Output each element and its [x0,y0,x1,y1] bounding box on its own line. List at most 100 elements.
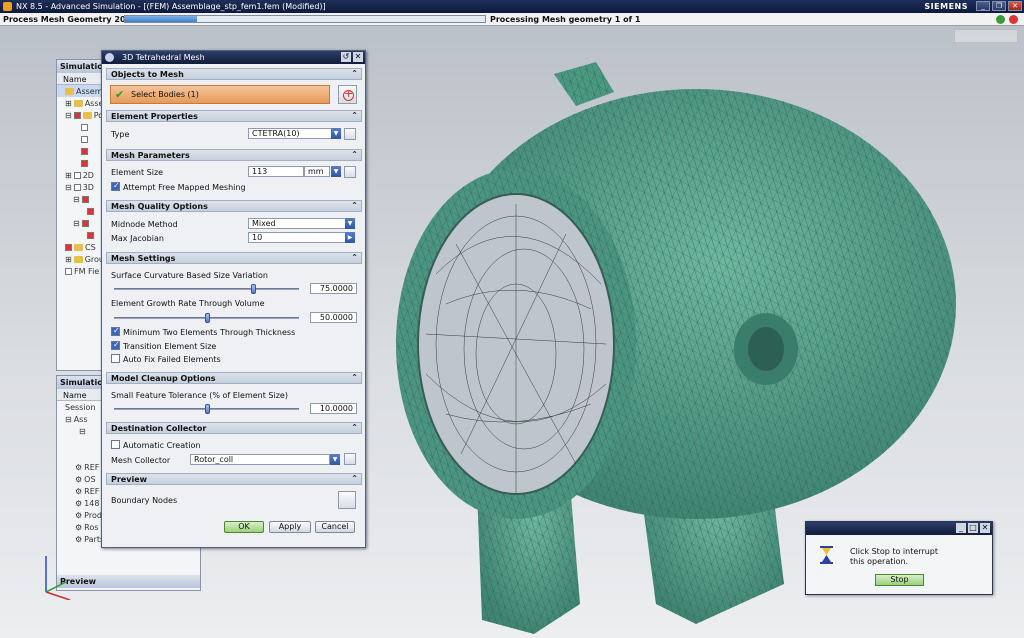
transition-size-label: Transition Element Size [123,342,217,351]
gear-icon[interactable] [105,53,114,62]
section-cleanup[interactable]: Model Cleanup Options ⌃ [106,372,362,384]
free-mapped-checkbox[interactable] [111,181,120,191]
chevron-down-icon[interactable]: ▼ [331,128,341,139]
spinner-icon[interactable]: ▶ [345,232,355,243]
window-title: NX 8.5 - Advanced Simulation - [(FEM) As… [16,2,326,11]
progress-fill [125,16,197,22]
collapse-icon[interactable]: ⌃ [351,474,358,483]
section-destination[interactable]: Destination Collector ⌃ [106,422,362,434]
nx-app-icon [3,2,12,11]
min-two-elements-label: Minimum Two Elements Through Thickness [123,328,296,337]
new-collector-icon[interactable] [344,453,356,465]
processing-title-bar: _ □ ✕ [806,522,992,535]
maximize-icon[interactable]: □ [968,523,978,533]
growth-label: Element Growth Rate Through Volume [111,299,265,308]
section-element-properties[interactable]: Element Properties ⌃ [106,110,362,122]
visibility-check[interactable] [73,112,81,119]
view-toolbar[interactable] [954,29,1018,43]
section-quality-options[interactable]: Mesh Quality Options ⌃ [106,200,362,212]
element-size-input[interactable]: 113 [248,166,304,177]
restore-button[interactable]: ❐ [992,1,1006,11]
boundary-nodes-preview-icon[interactable] [338,491,356,509]
visibility-check[interactable] [81,124,88,131]
section-objects[interactable]: Objects to Mesh ⌃ [106,68,362,80]
chevron-down-icon[interactable]: ▼ [330,454,340,465]
small-feature-label: Small Feature Tolerance (% of Element Si… [111,391,288,400]
ok-button[interactable]: OK [224,521,264,533]
small-feature-slider-thumb[interactable] [204,404,210,414]
help-icon[interactable] [1009,14,1018,24]
unit-select[interactable]: mm [304,166,330,177]
small-feature-input[interactable]: 10.0000 [310,403,357,414]
close-icon[interactable]: ✕ [353,52,363,62]
visibility-check[interactable] [87,208,94,215]
formula-icon[interactable] [344,166,356,178]
min-two-elements-checkbox[interactable] [111,326,120,336]
collapse-icon[interactable]: ⌃ [351,201,358,210]
visibility-check[interactable] [81,160,88,167]
visibility-check[interactable] [73,172,81,179]
folder-icon [73,100,83,107]
wcs-triad [45,556,71,600]
reset-icon[interactable]: ↺ [341,52,351,62]
collapse-icon[interactable]: ⌃ [351,111,358,120]
section-preview[interactable]: Preview ⌃ [106,473,362,485]
chevron-down-icon[interactable]: ▼ [345,218,355,229]
collapse-icon[interactable]: ⌃ [351,423,358,432]
transition-size-checkbox[interactable] [111,340,120,350]
visibility-check[interactable] [81,196,89,203]
boundary-nodes-label: Boundary Nodes [111,496,178,505]
visibility-check[interactable] [65,244,72,251]
select-target-icon[interactable] [338,85,357,104]
chevron-down-icon[interactable]: ▼ [331,166,341,177]
section-mesh-settings[interactable]: Mesh Settings ⌃ [106,252,362,264]
progress-bar [124,15,486,23]
section-mesh-parameters[interactable]: Mesh Parameters ⌃ [106,149,362,161]
preview-header[interactable]: Preview [57,575,200,588]
globe-icon[interactable] [996,14,1005,24]
dialog-title: 3D Tetrahedral Mesh [122,53,205,62]
curvature-input[interactable]: 75.0000 [310,283,357,294]
minimize-icon[interactable]: _ [956,523,966,533]
visibility-check[interactable] [81,148,88,155]
edit-properties-icon[interactable] [344,128,356,140]
visibility-check[interactable] [81,220,89,227]
visibility-check[interactable] [65,268,72,275]
checkmark-icon: ✔ [115,88,125,101]
close-icon[interactable]: ✕ [980,523,990,533]
folder-icon [82,112,92,119]
growth-input[interactable]: 50.0000 [310,312,357,323]
curvature-slider-thumb[interactable] [250,284,256,294]
title-bar: NX 8.5 - Advanced Simulation - [(FEM) As… [0,0,1024,13]
midnode-select[interactable]: Mixed [248,218,346,229]
visibility-check[interactable] [73,184,81,191]
folder-icon [65,88,74,95]
collapse-icon[interactable]: ⌃ [351,373,358,382]
apply-button[interactable]: Apply [269,521,311,533]
visibility-check[interactable] [87,232,94,239]
minimize-button[interactable]: _ [976,1,990,11]
mesh-collector-label: Mesh Collector [111,456,171,465]
status-message: Processing Mesh geometry 1 of 1 [490,14,641,24]
close-window-button[interactable]: ✕ [1008,1,1022,11]
cancel-button[interactable]: Cancel [315,521,355,533]
collapse-icon[interactable]: ⌃ [351,150,358,159]
select-bodies-field[interactable]: ✔ Select Bodies (1) [110,85,330,104]
midnode-label: Midnode Method [111,220,178,229]
growth-slider-thumb[interactable] [204,313,210,323]
curvature-slider-track[interactable] [114,288,299,290]
type-select[interactable]: CTETRA(10) [248,128,334,139]
curvature-label: Surface Curvature Based Size Variation [111,271,268,280]
mesh-collector-select[interactable]: Rotor_coll [190,454,330,465]
jacobian-input[interactable]: 10 [248,232,346,243]
automatic-creation-checkbox[interactable] [111,440,120,449]
auto-fix-checkbox[interactable] [111,354,120,363]
collapse-icon[interactable]: ⌃ [351,253,358,262]
automatic-creation-label: Automatic Creation [123,441,201,450]
auto-fix-label: Auto Fix Failed Elements [123,355,221,364]
collapse-icon[interactable]: ⌃ [351,69,358,78]
stop-button[interactable]: Stop [875,574,924,586]
siemens-brand: SIEMENS [924,2,968,11]
visibility-check[interactable] [81,136,88,143]
status-bar: Process Mesh Geometry 20% Processing Mes… [0,13,1024,26]
